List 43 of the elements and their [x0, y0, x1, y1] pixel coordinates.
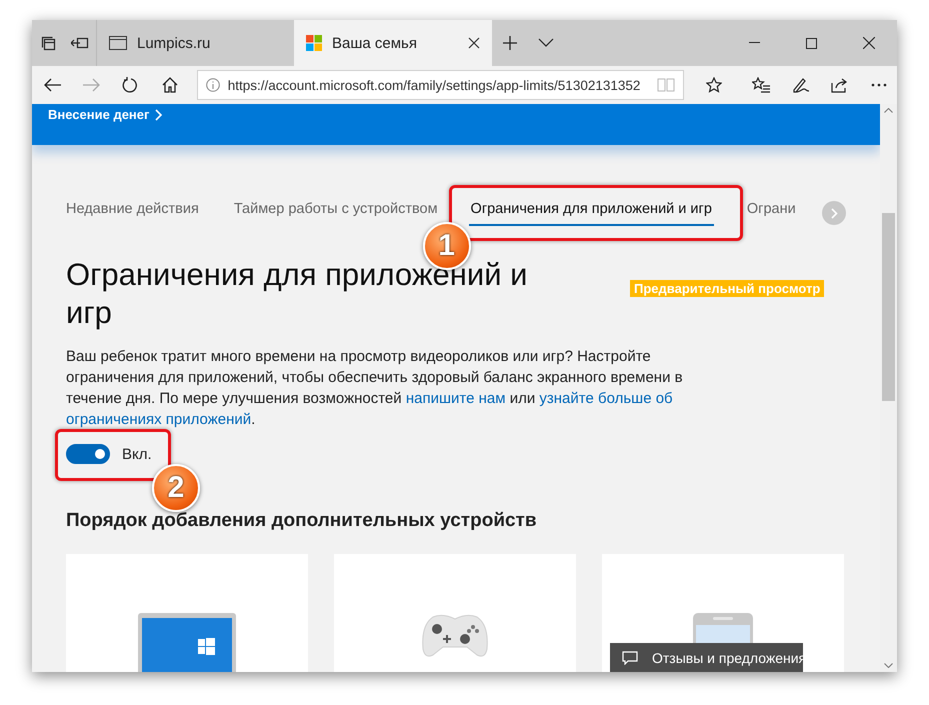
phone-drawing	[693, 613, 753, 644]
toggle-label: Вкл.	[122, 446, 152, 462]
text-link[interactable]: узнайте больше об	[539, 390, 673, 407]
page-icon	[109, 36, 127, 50]
tabs-aside-icon[interactable]	[40, 35, 56, 51]
page-tab[interactable]: Ограни	[746, 197, 796, 219]
page-tab[interactable]: Ограничения для приложений и игр	[468, 197, 714, 226]
description-text: Ваш ребенок тратит много времени на просмотр видеороликов или игр? Настройте ограничения для приложений, чтобы обеспечить здоровый баланс экранного времени в течение дня. По мере улучшения возможностей напишите нам или узнайте больше об ограничениях приложений.	[66, 347, 684, 430]
maximize-icon[interactable]	[806, 38, 817, 48]
favorites-icon[interactable]	[752, 77, 770, 93]
address-field[interactable]: https://account.microsoft.com/family/settings/app-limits/51302131352	[196, 70, 684, 100]
scroll-down-icon[interactable]	[884, 663, 893, 668]
text-link[interactable]: ограничениях приложений	[66, 411, 252, 428]
device-card[interactable]	[66, 554, 308, 672]
page-tab[interactable]: Недавние действия	[66, 197, 199, 219]
text-link[interactable]: напишите нам	[406, 390, 506, 407]
share-icon[interactable]	[830, 77, 849, 93]
section-heading: Порядок добавления дополнительных устройств	[66, 510, 538, 532]
scroll-up-icon[interactable]	[884, 108, 893, 113]
chevron-down-icon[interactable]	[538, 38, 554, 48]
info-icon[interactable]	[206, 78, 220, 92]
chevron-right-icon	[155, 108, 164, 120]
home-icon[interactable]	[162, 77, 178, 93]
windows-logo-icon	[306, 35, 322, 51]
chevron-right-icon	[830, 208, 838, 218]
comment-icon	[622, 650, 638, 664]
more-icon[interactable]	[870, 83, 887, 87]
star-icon[interactable]	[706, 77, 722, 93]
minimize-icon[interactable]	[749, 42, 760, 44]
preview-badge: Предварительный просмотр	[630, 280, 824, 297]
tab-preview-icon[interactable]	[71, 36, 89, 50]
pen-icon[interactable]	[792, 77, 810, 93]
back-icon[interactable]	[44, 78, 61, 92]
close-tab-icon[interactable]	[468, 37, 480, 49]
step-number: 1	[422, 222, 471, 270]
new-tab-icon[interactable]	[502, 35, 518, 51]
close-icon[interactable]	[862, 37, 874, 49]
refresh-icon[interactable]	[122, 77, 138, 93]
page-tab[interactable]: Таймер работы с устройством	[234, 197, 438, 219]
step-number: 2	[152, 464, 200, 512]
browser-tab[interactable]: Ваша семья	[294, 20, 492, 66]
deposit-link[interactable]: Внесение денег	[48, 107, 164, 122]
toggle-switch[interactable]	[66, 444, 110, 464]
